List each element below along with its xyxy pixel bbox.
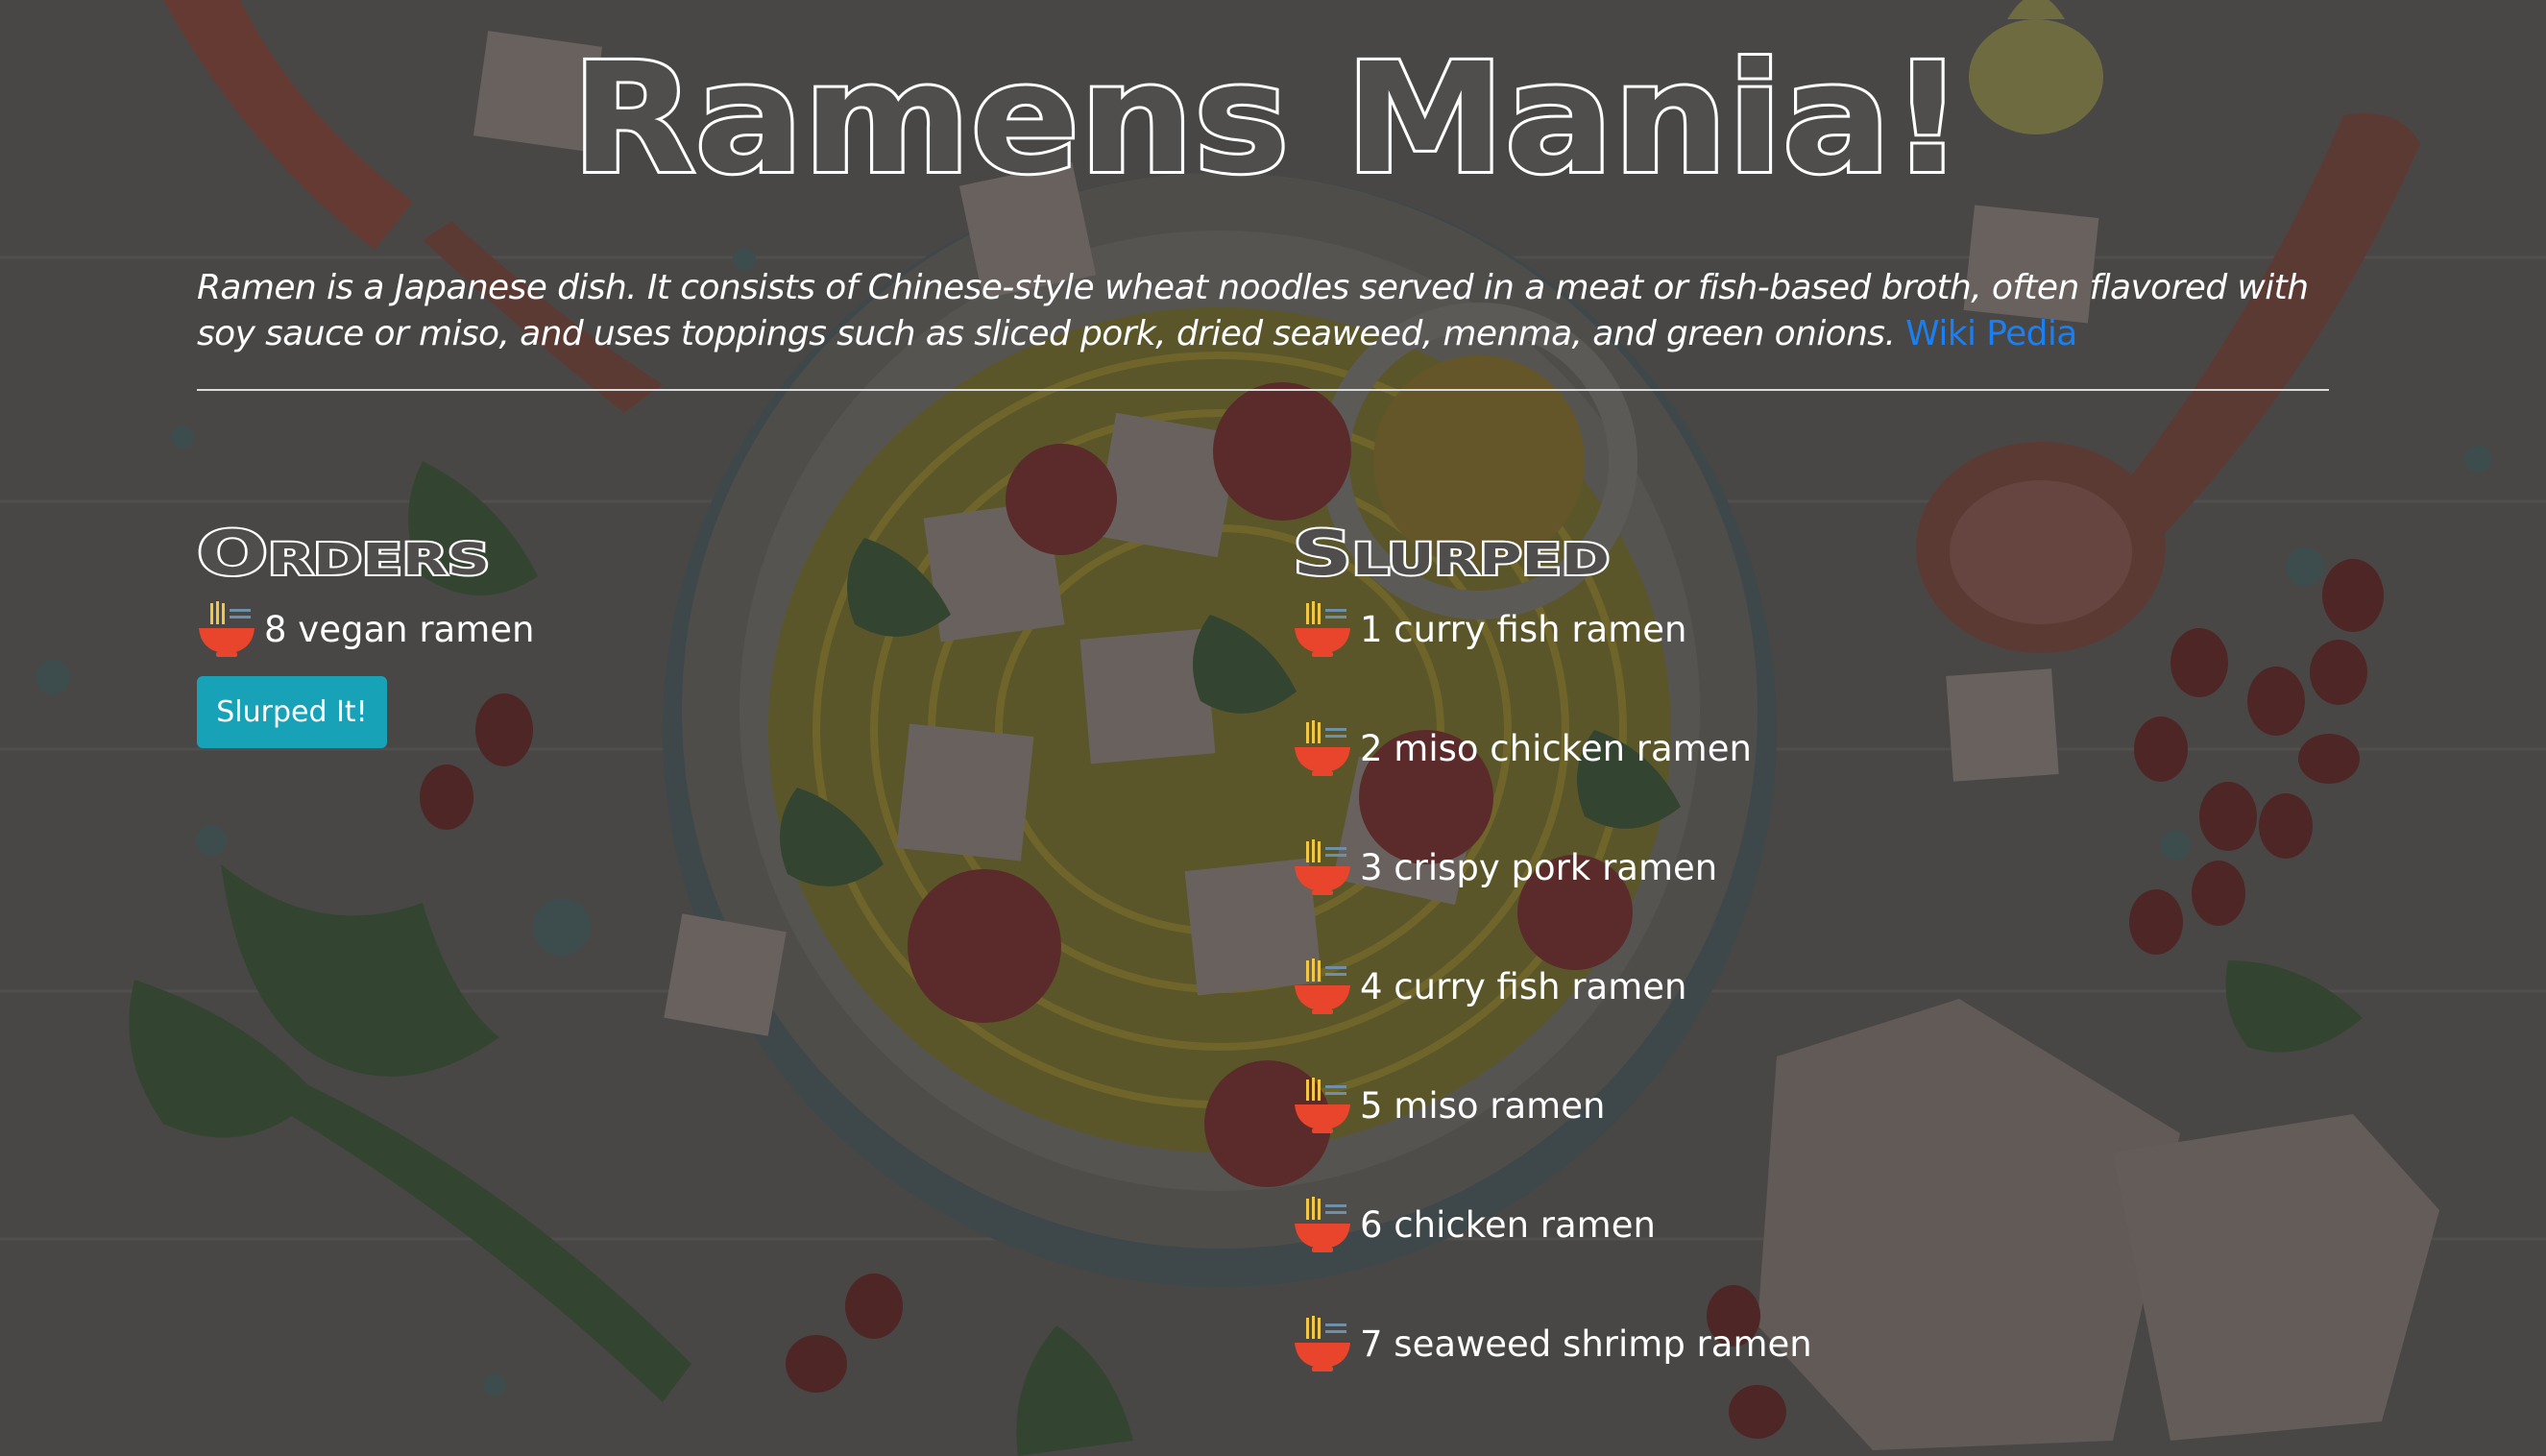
- ramen-bowl-icon: [1295, 959, 1350, 1014]
- list-item: 8 vegan ramen: [197, 599, 534, 659]
- ramen-bowl-icon: [1295, 720, 1350, 776]
- slurped-heading-text: Slurped: [1293, 519, 1610, 590]
- list-item: 6 chicken ramen: [1293, 1195, 1812, 1254]
- slurped-label: 5 miso ramen: [1360, 1084, 1606, 1127]
- ramen-bowl-icon: [1295, 601, 1350, 657]
- wiki-pedia-link[interactable]: Wiki Pedia: [1905, 314, 2077, 353]
- slurped-label: 3 crispy pork ramen: [1360, 846, 1718, 888]
- slurped-list: 1 curry fish ramen 2 miso chicken ramen …: [1293, 599, 1812, 1433]
- list-item: 5 miso ramen: [1293, 1076, 1812, 1135]
- slurped-label: 2 miso chicken ramen: [1360, 727, 1752, 769]
- ramen-bowl-icon: [1295, 839, 1350, 895]
- orders-list: 8 vegan ramen: [197, 599, 534, 659]
- list-item: 7 seaweed shrimp ramen: [1293, 1314, 1812, 1373]
- slurped-label: 1 curry fish ramen: [1360, 608, 1687, 650]
- ramen-bowl-icon: [1295, 1197, 1350, 1252]
- slurped-label: 6 chicken ramen: [1360, 1203, 1656, 1246]
- order-label: 8 vegan ramen: [264, 608, 535, 650]
- list-item: 2 miso chicken ramen: [1293, 718, 1812, 778]
- slurped-label: 4 curry fish ramen: [1360, 965, 1687, 1007]
- list-item: 4 curry fish ramen: [1293, 957, 1812, 1016]
- ramen-bowl-icon: [199, 601, 255, 657]
- divider: [197, 389, 2329, 391]
- page-title: Ramens Mania!: [0, 29, 2546, 192]
- slurped-heading: Slurped: [1291, 514, 1677, 592]
- list-item: 1 curry fish ramen: [1293, 599, 1812, 659]
- list-item: 3 crispy pork ramen: [1293, 837, 1812, 897]
- orders-heading: Orders: [195, 514, 581, 592]
- intro-paragraph: Ramen is a Japanese dish. It consists of…: [197, 265, 2348, 357]
- orders-heading-text: Orders: [197, 519, 490, 590]
- page-title-text: Ramens Mania!: [571, 31, 1964, 192]
- slurped-it-button[interactable]: Slurped It!: [197, 676, 387, 748]
- ramen-bowl-icon: [1295, 1316, 1350, 1371]
- slurped-label: 7 seaweed shrimp ramen: [1360, 1323, 1812, 1365]
- ramen-bowl-icon: [1295, 1078, 1350, 1133]
